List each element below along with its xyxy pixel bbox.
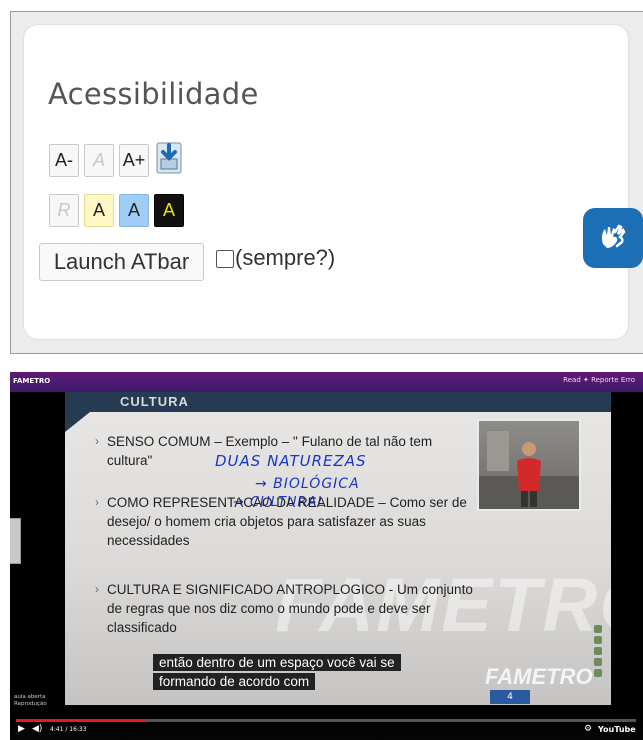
- presenter-video: [477, 419, 581, 511]
- volume-icon[interactable]: ◀): [32, 724, 42, 734]
- uploader-info: aula aberta Reprodução: [14, 694, 47, 708]
- slide-brand-logo: FAMETRO: [485, 664, 593, 689]
- bullet-3: › CULTURA E SIGNIFICADO ANTROPLOGICO - U…: [95, 580, 482, 637]
- bullet-marker: ›: [95, 434, 99, 448]
- launch-atbar-button[interactable]: Launch ATbar: [39, 243, 204, 281]
- settings-icon[interactable]: ⚙: [584, 724, 592, 734]
- bullet-2-text: COMO REPRESENTACAO DA REALIDADE – Como s…: [107, 495, 467, 548]
- slide-page-number: 4: [490, 690, 530, 704]
- tool-undo-icon[interactable]: [594, 658, 602, 666]
- tool-eraser-icon[interactable]: [594, 647, 602, 655]
- hands-icon: [601, 224, 626, 248]
- slide-header-decoration: [65, 392, 115, 432]
- contrast-blue-button[interactable]: A: [119, 194, 149, 227]
- handwriting-2: → BIOLÓGICA: [255, 476, 360, 492]
- accessibility-title: Acessibilidade: [48, 77, 259, 111]
- download-icon[interactable]: [154, 141, 184, 174]
- tool-clear-icon[interactable]: [594, 669, 602, 677]
- reset-font-button[interactable]: A: [84, 144, 114, 177]
- handwriting-1: DUAS NATUREZAS: [215, 452, 367, 470]
- decrease-font-button[interactable]: A-: [49, 144, 79, 177]
- tool-marker-icon[interactable]: [594, 636, 602, 644]
- contrast-yellow-button[interactable]: A: [84, 194, 114, 227]
- accessibility-panel: Acessibilidade A- A A+ R A A A: [10, 11, 643, 354]
- topbar-logo: FAMETRO: [13, 377, 51, 385]
- video-player[interactable]: FAMETRO Read ✦ Reporte Erro CULTURA FAME…: [10, 372, 643, 740]
- tool-pen-icon[interactable]: [594, 625, 602, 633]
- bullet-marker: ›: [95, 495, 99, 509]
- youtube-logo[interactable]: YouTube: [598, 725, 636, 734]
- topbar-links[interactable]: Read ✦ Reporte Erro: [563, 376, 635, 384]
- play-icon[interactable]: ▶: [18, 724, 25, 734]
- increase-font-button[interactable]: A+: [119, 144, 149, 177]
- uploader-line-1: aula aberta: [14, 694, 46, 700]
- annotation-toolbar[interactable]: [593, 622, 603, 705]
- time-display: 4:41 / 16:33: [50, 726, 87, 733]
- accessibility-card: Acessibilidade A- A A+ R A A A: [24, 25, 628, 339]
- uploader-line-2: Reprodução: [14, 701, 47, 707]
- video-controls: [10, 711, 643, 740]
- subtitle-line-1: então dentro de um espaço você vai se: [153, 654, 401, 671]
- bullet-3-text: CULTURA E SIGNIFICADO ANTROPLOGICO - Um …: [107, 582, 473, 635]
- presentation-slide: CULTURA FAMETRO › SENSO COMUM – Exemplo …: [65, 392, 611, 705]
- progress-bar[interactable]: [16, 719, 636, 722]
- bullet-marker: ›: [95, 582, 99, 596]
- video-top-bar: FAMETRO Read ✦ Reporte Erro: [10, 372, 643, 392]
- contrast-black-button[interactable]: A: [154, 194, 184, 227]
- progress-fill: [16, 719, 147, 722]
- bullet-2: › COMO REPRESENTACAO DA REALIDADE – Como…: [95, 493, 487, 550]
- contrast-reset-button[interactable]: R: [49, 194, 79, 227]
- subtitle-line-2: formando de acordo com: [153, 673, 316, 690]
- always-label: (sempre?): [235, 245, 336, 270]
- slide-side-tab[interactable]: [10, 518, 21, 564]
- always-checkbox[interactable]: [216, 250, 234, 268]
- sign-language-button[interactable]: [583, 208, 643, 268]
- slide-title: CULTURA: [120, 394, 189, 409]
